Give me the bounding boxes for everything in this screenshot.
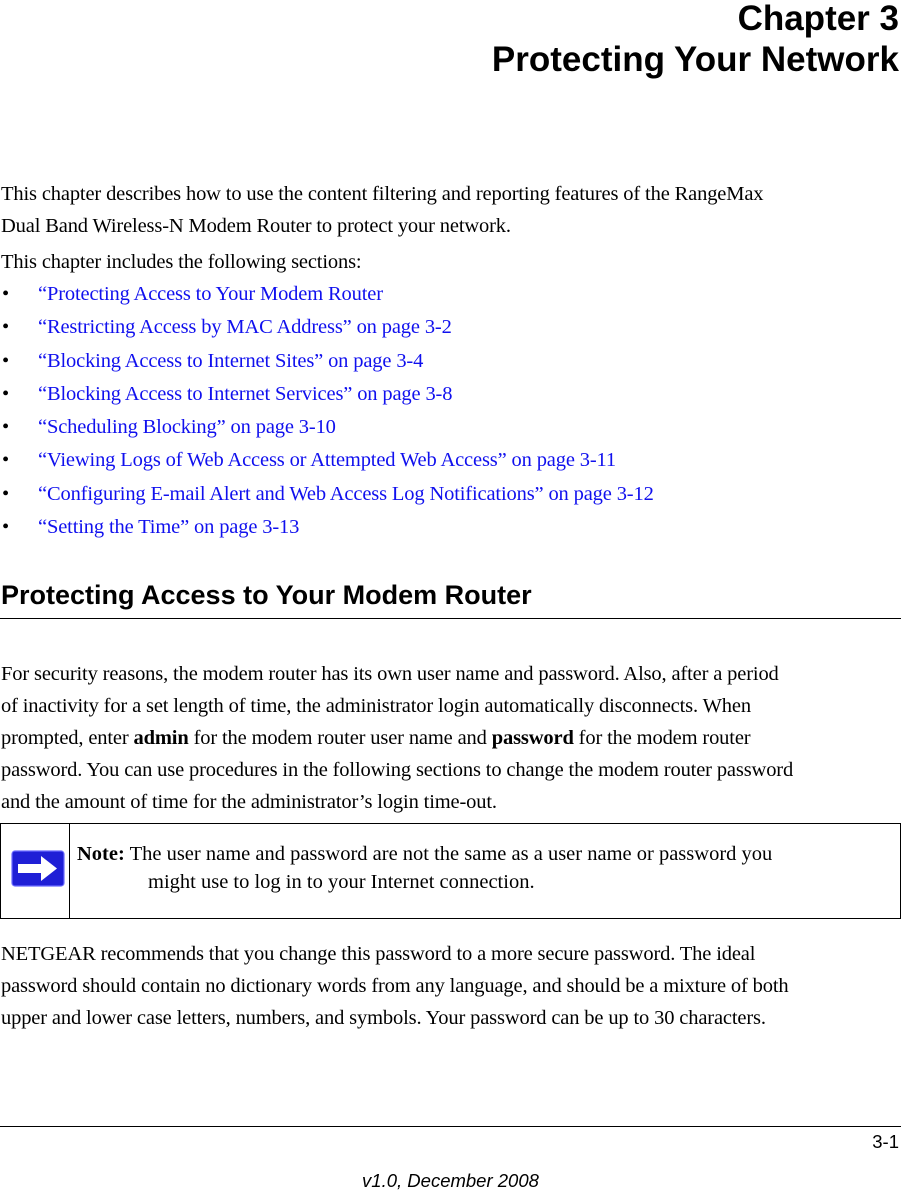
version-label: v1.0, December 2008 xyxy=(362,1170,539,1191)
bullet: • xyxy=(2,516,10,539)
toc-link-restricting-mac[interactable]: “Restricting Access by MAC Address” on p… xyxy=(38,311,452,344)
chapter-title: Chapter 3 Protecting Your Network xyxy=(492,0,899,80)
text: prompted, enter xyxy=(1,727,134,749)
default-password: password xyxy=(491,727,574,749)
section-heading: Protecting Access to Your Modem Router xyxy=(1,580,532,610)
bullet: • xyxy=(2,349,10,372)
security-paragraph: For security reasons, the modem router h… xyxy=(1,658,901,818)
toc-link-setting-time[interactable]: “Setting the Time” on page 3-13 xyxy=(38,511,299,544)
note-text: Note: The user name and password are not… xyxy=(77,840,877,896)
sections-lead: This chapter includes the following sect… xyxy=(1,251,362,273)
toc-link-viewing-logs[interactable]: “Viewing Logs of Web Access or Attempted… xyxy=(38,444,616,477)
toc-link-blocking-sites[interactable]: “Blocking Access to Internet Sites” on p… xyxy=(38,345,423,378)
section-rule xyxy=(0,618,901,619)
note-box: Note: The user name and password are not… xyxy=(0,823,901,919)
chapter-name: Protecting Your Network xyxy=(491,40,899,79)
security-line-5: and the amount of time for the administr… xyxy=(1,791,497,813)
bullet: • xyxy=(2,449,10,472)
security-line-4: password. You can use procedures in the … xyxy=(1,759,794,781)
bullet: • xyxy=(2,416,10,439)
right-arrow-icon xyxy=(11,850,65,887)
toc-link-email-alert[interactable]: “Configuring E-mail Alert and Web Access… xyxy=(38,478,654,511)
toc-link-protecting-access[interactable]: “Protecting Access to Your Modem Router xyxy=(38,278,383,311)
bullet: • xyxy=(2,382,10,405)
text: for the modem router xyxy=(573,727,751,749)
bullet: • xyxy=(2,283,10,305)
intro-line-1: This chapter describes how to use the co… xyxy=(1,183,764,205)
note-divider xyxy=(69,824,70,918)
page-number: 3-1 xyxy=(872,1131,899,1152)
security-line-1: For security reasons, the modem router h… xyxy=(1,663,779,685)
recommendation-line-1: NETGEAR recommends that you change this … xyxy=(1,943,756,965)
recommendation-line-3: upper and lower case letters, numbers, a… xyxy=(1,1007,766,1029)
bullet: • xyxy=(2,482,10,505)
toc-link-scheduling[interactable]: “Scheduling Blocking” on page 3-10 xyxy=(38,411,336,444)
recommendation-line-2: password should contain no dictionary wo… xyxy=(1,975,789,997)
security-line-3: prompted, enter admin for the modem rout… xyxy=(1,722,901,754)
text: for the modem router user name and xyxy=(188,727,492,749)
note-line-1: The user name and password are not the s… xyxy=(124,843,773,865)
intro-line-2: Dual Band Wireless-N Modem Router to pro… xyxy=(1,215,511,237)
note-label: Note: xyxy=(77,843,125,865)
note-line-2: might use to log in to your Internet con… xyxy=(148,871,535,893)
toc-link-blocking-services[interactable]: “Blocking Access to Internet Services” o… xyxy=(38,378,452,411)
footer-rule xyxy=(0,1126,901,1127)
intro-paragraph: This chapter describes how to use the co… xyxy=(1,178,901,242)
chapter-label: Chapter 3 xyxy=(737,0,899,38)
bullet: • xyxy=(2,316,10,339)
recommendation-paragraph: NETGEAR recommends that you change this … xyxy=(1,938,901,1034)
security-line-2: of inactivity for a set length of time, … xyxy=(1,695,751,717)
admin-username: admin xyxy=(133,727,189,749)
